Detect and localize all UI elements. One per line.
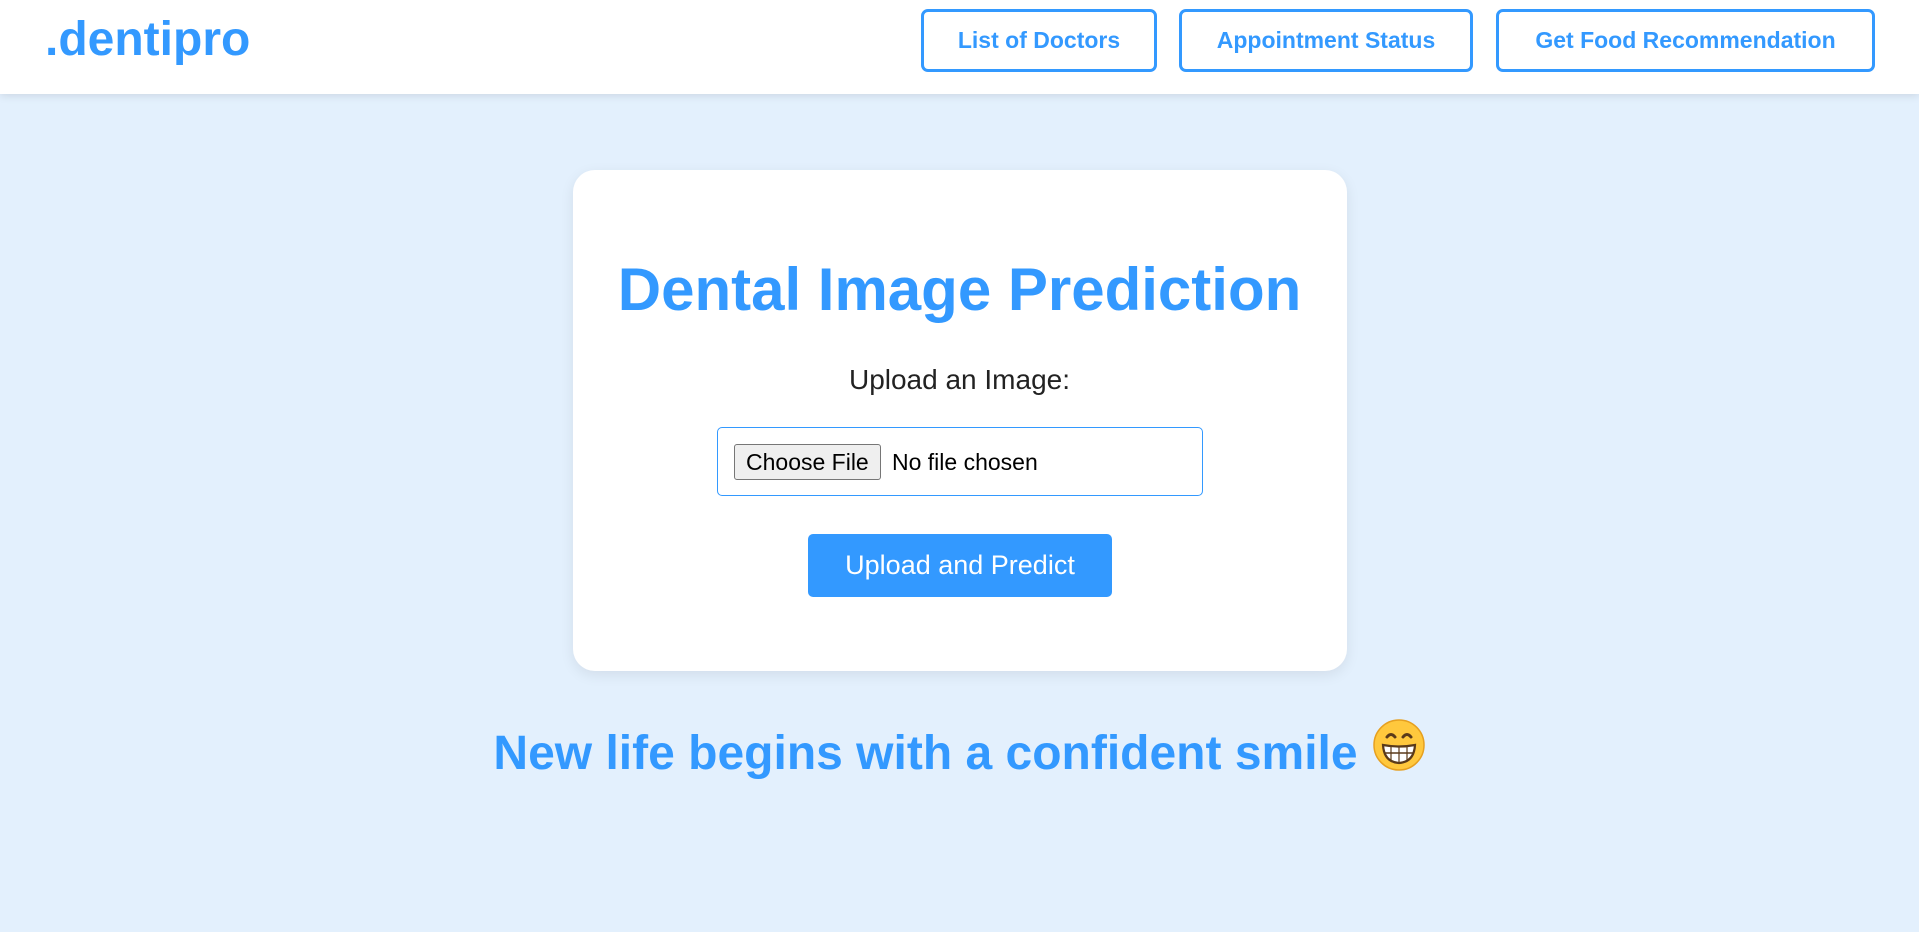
file-input[interactable]: Choose File No file chosen [717, 427, 1203, 496]
brand-logo[interactable]: .dentipro [45, 12, 250, 68]
choose-file-button[interactable]: Choose File [734, 444, 881, 480]
upload-label: Upload an Image: [848, 364, 1071, 395]
page-title: Dental Image Prediction [617, 256, 1302, 323]
top-navbar: .dentipro List of Doctors Appointment St… [0, 0, 1919, 94]
file-status-text: No file chosen [892, 449, 1038, 475]
tagline-text: New life begins with a confident smile [493, 727, 1358, 781]
food-recommendation-button[interactable]: Get Food Recommendation [1496, 9, 1875, 72]
list-of-doctors-button[interactable]: List of Doctors [921, 9, 1157, 72]
grinning-face-icon [1372, 718, 1426, 787]
appointment-status-button[interactable]: Appointment Status [1179, 9, 1473, 72]
upload-and-predict-button[interactable]: Upload and Predict [808, 534, 1112, 597]
tagline-container: New life begins with a confident smile [0, 719, 1919, 791]
